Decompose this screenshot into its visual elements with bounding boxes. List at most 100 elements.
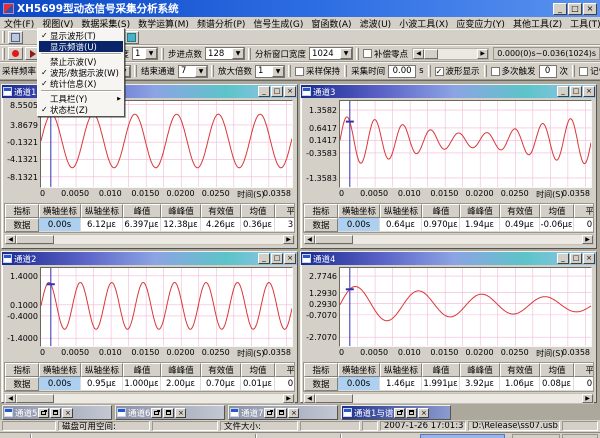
chevron-down-icon[interactable]: ▼ xyxy=(232,48,244,59)
restore-button[interactable] xyxy=(38,408,49,418)
view-menu-item-9[interactable]: ✓状态栏(Z) xyxy=(39,104,123,115)
view-menu-item-6[interactable]: ✓统计信息(X) xyxy=(39,78,123,89)
maximize-button[interactable] xyxy=(163,408,174,418)
analysis-window-combo[interactable]: 1024▼ xyxy=(309,47,353,60)
close-button[interactable]: × xyxy=(418,408,429,418)
restore-button[interactable] xyxy=(264,408,275,418)
memory-trigger-checkbox[interactable]: 记忆触发 xyxy=(579,65,600,77)
sample-hold-checkbox[interactable]: 采样保持 xyxy=(295,65,340,77)
close-button[interactable]: × xyxy=(175,408,186,418)
scroll-thumb[interactable] xyxy=(315,235,353,244)
scroll-right-icon[interactable]: ▶ xyxy=(283,394,294,403)
scroll-left-icon[interactable]: ◀ xyxy=(413,49,424,59)
waveform-plot[interactable] xyxy=(40,267,293,347)
scroll-left-icon[interactable]: ◀ xyxy=(304,235,315,244)
minimize-button[interactable]: _ xyxy=(553,3,567,15)
menu-item-10[interactable]: 应变应力(Y) xyxy=(452,17,509,30)
maximize-button[interactable]: □ xyxy=(570,253,582,264)
close-button[interactable]: × xyxy=(583,253,595,264)
play-speed-combo[interactable]: 1▼ xyxy=(132,47,158,60)
menu-item-5[interactable]: 频谱分析(P) xyxy=(193,17,249,30)
close-button[interactable]: × xyxy=(288,408,299,418)
multi-trigger-checkbox[interactable]: 多次触发 xyxy=(491,65,536,77)
view-menu-item-5[interactable]: ✓波形/数据示波(W) xyxy=(39,67,123,78)
menu-item-7[interactable]: 窗函数(A) xyxy=(307,17,355,30)
minimize-button[interactable]: _ xyxy=(258,86,270,97)
maximize-button[interactable] xyxy=(406,408,417,418)
maximize-button[interactable] xyxy=(276,408,287,418)
menu-item-9[interactable]: 小波工具(X) xyxy=(395,17,452,30)
record-button[interactable] xyxy=(8,47,23,60)
scroll-track[interactable] xyxy=(353,394,582,403)
close-button[interactable]: × xyxy=(284,86,296,97)
chevron-down-icon[interactable]: ▼ xyxy=(195,66,207,77)
channel-titlebar[interactable]: 通道3_□× xyxy=(301,85,596,98)
menu-item-4[interactable]: 数学运算(M) xyxy=(134,17,193,30)
scroll-right-icon[interactable]: ▶ xyxy=(283,235,294,244)
minimized-window-4[interactable]: 通道1与谱× xyxy=(341,405,451,420)
channel-titlebar[interactable]: 通道4_□× xyxy=(301,252,596,265)
table-row-header[interactable]: 数据 xyxy=(5,377,39,391)
menu-item-8[interactable]: 滤波(U) xyxy=(356,17,396,30)
select-tool-button[interactable] xyxy=(8,31,23,44)
scroll-left-icon[interactable]: ◀ xyxy=(304,394,315,403)
scroll-thumb[interactable] xyxy=(16,235,54,244)
close-button[interactable]: × xyxy=(583,3,597,15)
menu-item-6[interactable]: 信号生成(G) xyxy=(249,17,307,30)
scroll-thumb[interactable] xyxy=(315,394,353,403)
gain-combo[interactable]: 1▼ xyxy=(255,65,285,78)
position-scrollbar[interactable]: ◀▶ xyxy=(412,48,489,60)
scroll-right-icon[interactable]: ▶ xyxy=(477,49,488,59)
channel-titlebar[interactable]: 通道2_□× xyxy=(2,252,297,265)
table-hscrollbar[interactable]: ◀▶ xyxy=(303,234,594,245)
close-button[interactable]: × xyxy=(284,253,296,264)
view-menu-item-4[interactable]: 禁止示波(V) xyxy=(39,56,123,67)
close-button[interactable]: × xyxy=(62,408,73,418)
scroll-track[interactable] xyxy=(54,394,283,403)
maximize-button[interactable] xyxy=(50,408,61,418)
chevron-down-icon[interactable]: ▼ xyxy=(272,66,284,77)
table-row-header[interactable]: 数据 xyxy=(5,218,39,232)
menu-item-12[interactable]: 工具(T) xyxy=(566,17,600,30)
table-row-header[interactable]: 数据 xyxy=(304,218,338,232)
scroll-right-icon[interactable]: ▶ xyxy=(582,235,593,244)
minimize-button[interactable]: _ xyxy=(557,86,569,97)
table-hscrollbar[interactable]: ◀▶ xyxy=(4,393,295,404)
step-points-combo[interactable]: 128▼ xyxy=(205,47,245,60)
zero-compensation-checkbox[interactable]: 补偿零点 xyxy=(363,48,408,60)
toolbar-grip[interactable] xyxy=(2,48,5,60)
menu-item-1[interactable]: 文件(F) xyxy=(0,17,38,30)
scroll-thumb[interactable] xyxy=(16,394,54,403)
maximize-button[interactable]: □ xyxy=(568,3,582,15)
maximize-button[interactable]: □ xyxy=(570,86,582,97)
multi-trigger-count-input[interactable]: 0 xyxy=(539,65,557,78)
chevron-down-icon[interactable]: ▼ xyxy=(145,48,157,59)
maximize-button[interactable]: □ xyxy=(271,86,283,97)
restore-button[interactable] xyxy=(394,408,405,418)
close-button[interactable]: × xyxy=(583,86,595,97)
minimize-button[interactable]: _ xyxy=(557,253,569,264)
view-menu-item-2[interactable]: 显示频谱(U) xyxy=(39,41,123,52)
view-menu-item-8[interactable]: 工具栏(Y)▶ xyxy=(39,93,123,104)
acquire-time-input[interactable]: 0.00 xyxy=(388,65,416,78)
scroll-track[interactable] xyxy=(54,235,283,244)
end-channel-combo[interactable]: 7▼ xyxy=(178,65,208,78)
taskbar-active-button[interactable] xyxy=(420,434,505,438)
minimized-window-2[interactable]: 通道6× xyxy=(115,405,225,420)
table-hscrollbar[interactable]: ◀▶ xyxy=(303,393,594,404)
minimized-window-1[interactable]: 通道5× xyxy=(2,405,112,420)
minimize-button[interactable]: _ xyxy=(258,253,270,264)
table-hscrollbar[interactable]: ◀▶ xyxy=(4,234,295,245)
minimized-window-3[interactable]: 通道7× xyxy=(228,405,338,420)
waveform-plot[interactable] xyxy=(339,267,592,347)
display-tool-button[interactable] xyxy=(124,31,139,44)
scroll-left-icon[interactable]: ◀ xyxy=(5,235,16,244)
view-menu-item-1[interactable]: ✓显示波形(T) xyxy=(39,30,123,41)
chevron-down-icon[interactable]: ▼ xyxy=(340,48,352,59)
scroll-thumb[interactable] xyxy=(424,49,438,59)
waveform-display-checkbox[interactable]: ✓波形显示 xyxy=(435,65,480,77)
toolbar-grip[interactable] xyxy=(2,31,5,42)
menu-item-11[interactable]: 其他工具(Z) xyxy=(509,17,566,30)
scroll-track[interactable] xyxy=(353,235,582,244)
table-row-header[interactable]: 数据 xyxy=(304,377,338,391)
